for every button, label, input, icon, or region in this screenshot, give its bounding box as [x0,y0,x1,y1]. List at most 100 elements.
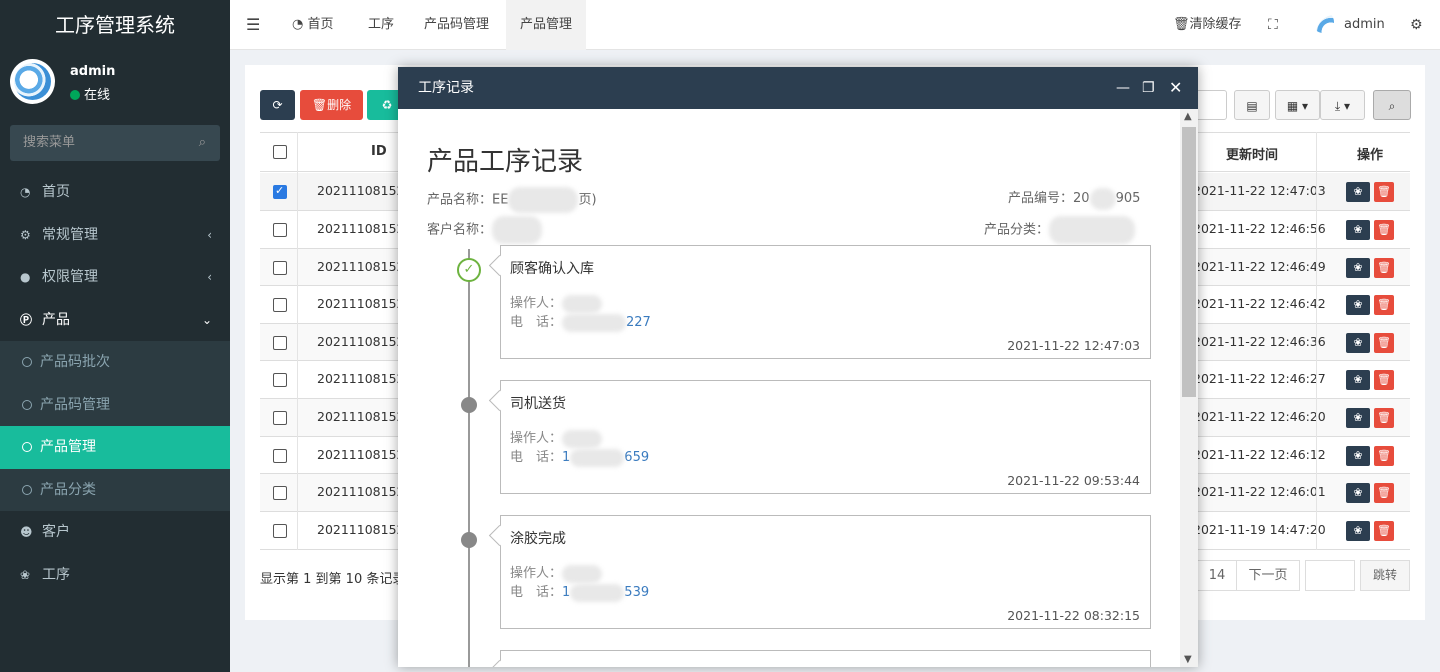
column-divider [1316,132,1317,550]
delete-button[interactable]: 🗑删除 [300,90,363,120]
sidebar-item-auth[interactable]: ● 权限管理 ‹ [0,256,230,299]
rebel-icon: ❀ [1353,411,1363,424]
redacted-blur [570,583,625,602]
select-all-checkbox[interactable] [273,145,287,159]
process-action-button[interactable]: ❀ [1346,332,1370,353]
search-icon[interactable]: ⌕ [199,125,206,161]
process-action-button[interactable]: ❀ [1346,370,1370,390]
tab-product-manage[interactable]: 产品管理 [506,0,587,50]
delete-row-button[interactable]: 🗑 [1374,295,1394,315]
delete-row-button[interactable]: 🗑 [1374,257,1394,278]
rebel-icon: ❀ [1353,524,1363,537]
tab-process[interactable]: 工序 [354,0,408,50]
export-icon: ⤓ ▾ [1334,99,1351,113]
menu-search-input[interactable]: 搜索菜单 ⌕ [10,125,220,161]
sidebar-item-product[interactable]: Ⓟ 产品 ⌄ [0,299,230,342]
record-heading: 产品工序记录 [427,147,584,177]
delete-row-button[interactable]: 🗑 [1374,521,1394,541]
next-page-button[interactable]: 下一页 [1236,560,1300,591]
refresh-button[interactable]: ⟳ [260,90,295,120]
gears-icon: ⚙ [20,227,31,242]
delete-row-button[interactable]: 🗑 [1374,483,1394,503]
jump-button[interactable]: 跳转 [1360,560,1410,591]
column-header-id[interactable]: ID [371,144,387,159]
sidebar-item-process[interactable]: ❀ 工序 [0,554,230,597]
row-checkbox[interactable] [273,448,287,463]
sidebar-item-code-batch[interactable]: 产品码批次 [0,341,230,384]
record-phone: 电 话：1 659 [510,448,650,467]
scroll-thumb[interactable] [1182,127,1196,397]
trash-icon: 🗑 [1377,223,1391,236]
delete-row-button[interactable]: 🗑 [1374,332,1394,353]
maximize-icon[interactable]: ❐ [1142,67,1155,109]
row-checkbox[interactable] [273,184,287,199]
online-dot-icon [70,90,80,100]
row-checkbox[interactable] [273,335,287,350]
cell-updated: 2021-11-22 12:46:42 [1193,296,1326,311]
search-toggle-button[interactable]: ⌕ [1373,90,1411,120]
process-action-button[interactable]: ❀ [1346,408,1370,428]
sidebar-item-product-manage[interactable]: 产品管理 [0,426,230,469]
record-operator: 操作人： [510,562,603,583]
close-icon[interactable]: ✕ [1169,67,1182,109]
header-user[interactable]: admin [1312,0,1385,50]
sidebar-item-product-category[interactable]: 产品分类 [0,469,230,512]
delete-row-button[interactable]: 🗑 [1374,220,1394,240]
process-action-button[interactable]: ❀ [1346,220,1370,240]
sidebar-item-code-manage[interactable]: 产品码管理 [0,384,230,427]
column-divider [297,132,298,550]
group-icon: ● [20,270,31,284]
scroll-down-icon[interactable]: ▼ [1184,654,1192,665]
row-checkbox[interactable] [273,223,287,237]
modal-scrollbar[interactable]: ▲ ▼ [1180,109,1198,667]
redacted-blur [492,216,543,244]
row-checkbox[interactable] [273,373,287,387]
export-button[interactable]: ⤓ ▾ [1320,90,1365,120]
tab-home[interactable]: ◔ 首页 [278,0,348,50]
cell-updated: 2021-11-22 12:46:27 [1193,371,1326,386]
menu-toggle-icon[interactable]: ☰ [246,0,260,50]
trash-icon: 🗑 [1377,411,1391,424]
circle-icon [22,442,32,452]
delete-row-button[interactable]: 🗑 [1374,408,1394,428]
product-name-field: 产品名称：EE 页) [427,187,597,213]
row-checkbox[interactable] [273,260,287,275]
row-checkbox[interactable] [273,411,287,425]
row-checkbox[interactable] [273,524,287,538]
redacted-blur [562,294,603,313]
product-p-icon: Ⓟ [20,312,33,327]
user-status: 在线 [70,84,110,103]
page-jump-input[interactable] [1305,560,1355,591]
columns-button[interactable]: ▦ ▾ [1275,90,1320,120]
row-checkbox[interactable] [273,298,287,312]
process-record-modal: 工序记录 — ❐ ✕ 产品工序记录 产品名称：EE 页) 客户名称： 产品编号：2… [398,67,1198,667]
clear-cache-button[interactable]: 🗑清除缓存 [1173,0,1242,50]
sidebar-item-general[interactable]: ⚙ 常规管理 ‹ [0,214,230,257]
row-checkbox[interactable] [273,486,287,500]
delete-row-button[interactable]: 🗑 [1374,445,1394,466]
fullscreen-icon[interactable]: ⛶ [1268,0,1278,50]
process-action-button[interactable]: ❀ [1346,257,1370,278]
list-icon: ▤ [1246,99,1258,113]
scroll-up-icon[interactable]: ▲ [1184,111,1192,122]
process-action-button[interactable]: ❀ [1346,295,1370,315]
sidebar-item-home[interactable]: ◔ 首页 [0,171,230,214]
page-14-button[interactable]: 14 [1197,560,1237,591]
column-header-updated[interactable]: 更新时间 [1226,144,1278,163]
record-title: 司机送货 [510,396,566,412]
delete-row-button[interactable]: 🗑 [1374,182,1394,202]
cell-updated: 2021-11-22 12:46:36 [1193,333,1326,349]
toggle-view-button[interactable]: ▤ [1234,90,1270,120]
sidebar-item-customer[interactable]: ☻ 客户 [0,511,230,554]
timeline-card [500,650,1151,667]
search-icon: ⌕ [1388,99,1396,113]
settings-gear-icon[interactable]: ⚙ [1410,0,1423,50]
process-action-button[interactable]: ❀ [1346,445,1370,466]
process-action-button[interactable]: ❀ [1346,521,1370,541]
tab-code-manage[interactable]: 产品码管理 [410,0,503,50]
process-action-button[interactable]: ❀ [1346,182,1370,202]
minimize-icon[interactable]: — [1116,67,1130,109]
delete-row-button[interactable]: 🗑 [1374,370,1394,390]
process-action-button[interactable]: ❀ [1346,483,1370,503]
record-phone: 电 话： 227 [510,313,651,332]
